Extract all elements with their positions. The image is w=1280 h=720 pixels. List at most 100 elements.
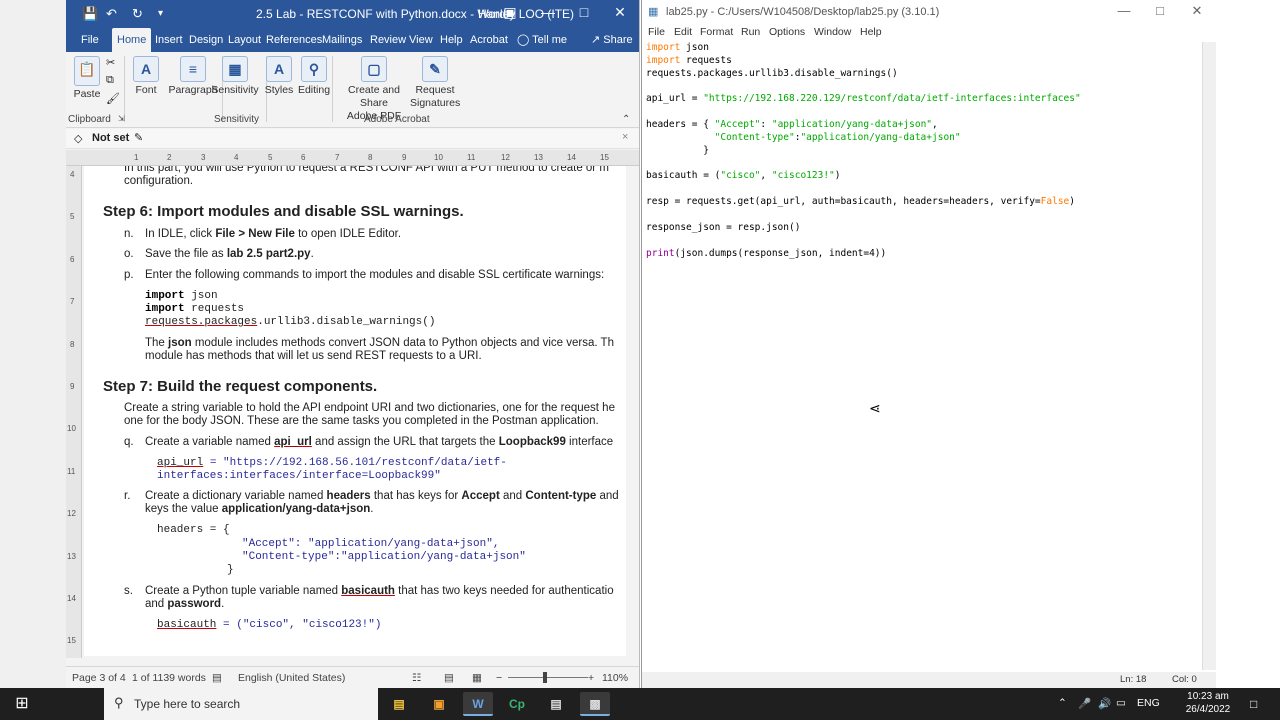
code-keyword: import [145,290,185,302]
format-painter-icon[interactable]: 🖌 [106,92,120,105]
save-icon[interactable]: 💾 [82,6,98,22]
font-button[interactable]: A Font [128,56,164,96]
copy-icon[interactable]: ⧉ [106,74,114,87]
menu-help[interactable]: Help [860,26,882,38]
tab-home[interactable]: Home [112,28,152,52]
minimize-icon[interactable]: — [536,4,560,20]
word-taskbar-icon[interactable]: W [463,692,493,716]
microphone-icon[interactable]: 🎤 [1078,697,1091,710]
tab-help[interactable]: Help [435,28,468,52]
code-api-url-line1: api_url = "https://192.168.56.101/restco… [157,457,507,469]
menu-options[interactable]: Options [769,26,805,38]
zoom-out-icon[interactable]: − [496,672,502,684]
editing-button[interactable]: ⚲ Editing [296,56,332,96]
step-s-part4: . [221,598,225,610]
dialog-launcher-icon[interactable]: ⇲ [118,114,125,123]
code-keyword: import [145,303,185,315]
menu-format[interactable]: Format [700,26,733,38]
zoom-level[interactable]: 110% [602,672,628,684]
paste-label: Paste [73,88,101,100]
idle-scrollbar[interactable] [1202,42,1216,670]
file-explorer-icon[interactable]: ▤ [384,692,414,716]
read-mode-icon[interactable]: ☷ [412,672,421,684]
show-hidden-icons[interactable]: ⌃ [1058,697,1067,709]
document-page[interactable]: In this part, you will use Python to req… [84,166,626,656]
sensitivity-status[interactable]: Not set [92,132,129,144]
notifications-icon[interactable]: □ [1250,697,1257,711]
step-s-text-line2: and password. [145,598,224,610]
word-count[interactable]: 1 of 1139 words [132,672,206,684]
paragraph-icon: ≡ [180,56,206,82]
request-signatures-button[interactable]: ✎ Request Signatures [410,56,460,110]
menu-edit[interactable]: Edit [674,26,692,38]
horizontal-ruler[interactable]: 1 2 3 4 5 6 7 8 9 10 11 12 13 14 15 [66,150,639,166]
print-layout-icon[interactable]: ▤ [444,672,454,684]
menu-window[interactable]: Window [814,26,851,38]
close-icon[interactable]: ✕ [608,4,632,21]
menu-run[interactable]: Run [741,26,760,38]
step-o-part2: . [310,248,314,260]
redo-icon[interactable]: ↻ [132,6,143,22]
step-q-text: Create a variable named api_url and assi… [145,436,613,448]
styles-icon: A [266,56,292,82]
cut-icon[interactable]: ✂ [106,56,115,69]
volume-icon[interactable]: 🔊 [1098,697,1111,710]
tab-design[interactable]: Design [184,28,228,52]
tab-tell-me[interactable]: ◯ Tell me [512,28,572,52]
code-editor[interactable]: import json import requests requests.pac… [646,42,1202,672]
code-headers-content-type: "Content-type":"application/yang-data+js… [242,551,526,563]
step-o-text: Save the file as lab 2.5 part2.py. [145,248,314,260]
step-s-bold2: password [167,598,222,610]
battery-icon[interactable]: ▭ [1116,697,1126,709]
idle-minimize-icon[interactable]: — [1112,3,1136,18]
step-n-text: In IDLE, click File > New File to open I… [145,228,401,240]
tab-file[interactable]: File [76,28,104,52]
styles-button[interactable]: A Styles [264,56,294,96]
menu-file[interactable]: File [648,26,665,38]
snipping-tool-icon[interactable]: ▣ [424,692,454,716]
ribbon-display-icon[interactable]: ▣ [498,4,522,21]
share-button[interactable]: ↗ Share [586,28,638,52]
idle-maximize-icon[interactable]: □ [1148,3,1172,18]
cisco-packet-tracer-icon[interactable]: Cp [502,692,532,716]
clock-time: 10:23 am [1187,691,1229,702]
maximize-icon[interactable]: □ [572,4,596,20]
step-q-part1: Create a variable named [145,436,275,448]
tab-layout[interactable]: Layout [223,28,266,52]
create-share-label: Create and Share [348,84,400,109]
page-indicator[interactable]: Page 3 of 4 [72,672,126,684]
windows-start-icon[interactable]: ⊞ [0,688,44,720]
collapse-ribbon-icon[interactable]: ⌃ [622,114,630,125]
zoom-in-icon[interactable]: + [588,672,594,684]
idle-close-icon[interactable]: ✕ [1185,3,1209,19]
sensitivity-button[interactable]: ▦ Sensitivity [208,56,262,96]
paste-button[interactable]: 📋 Paste [70,56,104,100]
zoom-slider-handle[interactable] [543,672,547,683]
list-marker-s: s. [124,585,133,597]
text-cursor-icon: ⋖ [869,400,881,416]
close-bar-icon[interactable]: × [622,131,628,143]
undo-icon[interactable]: ↶ [106,6,117,22]
pencil-icon[interactable]: ✎ [134,131,143,144]
system-clock[interactable]: 10:23 am 26/4/2022 [1180,690,1236,716]
document-taskbar-icon[interactable]: ▤ [541,692,571,716]
proofing-icon[interactable]: ▤ [212,672,222,684]
quick-access-more-icon[interactable]: ▾ [158,8,163,19]
tab-insert[interactable]: Insert [150,28,188,52]
step-r-part2: that has keys for [370,490,462,502]
code-api-url-line2: interfaces:interfaces/interface=Loopback… [157,470,441,482]
tab-acrobat[interactable]: Acrobat [465,28,513,52]
create-desc-line1: Create a string variable to hold the API… [124,402,615,414]
idle-status-bar: Ln: 18 Col: 0 [642,672,1216,688]
python-idle-taskbar-icon[interactable]: ▩ [580,692,610,716]
zoom-slider[interactable] [508,677,588,678]
language-indicator[interactable]: English (United States) [238,672,345,684]
document-scrollbar[interactable] [626,166,639,666]
taskbar-search[interactable]: ⚲ Type here to search [104,688,378,720]
web-layout-icon[interactable]: ▦ [472,672,482,684]
create-share-pdf-button[interactable]: ▢ Create and Share Adobe PDF [334,56,414,123]
input-language[interactable]: ENG [1137,697,1160,709]
tab-view[interactable]: View [404,28,438,52]
tab-mailings[interactable]: Mailings [317,28,367,52]
vertical-ruler[interactable]: 4 5 6 7 8 9 10 11 12 13 14 15 [66,166,82,658]
